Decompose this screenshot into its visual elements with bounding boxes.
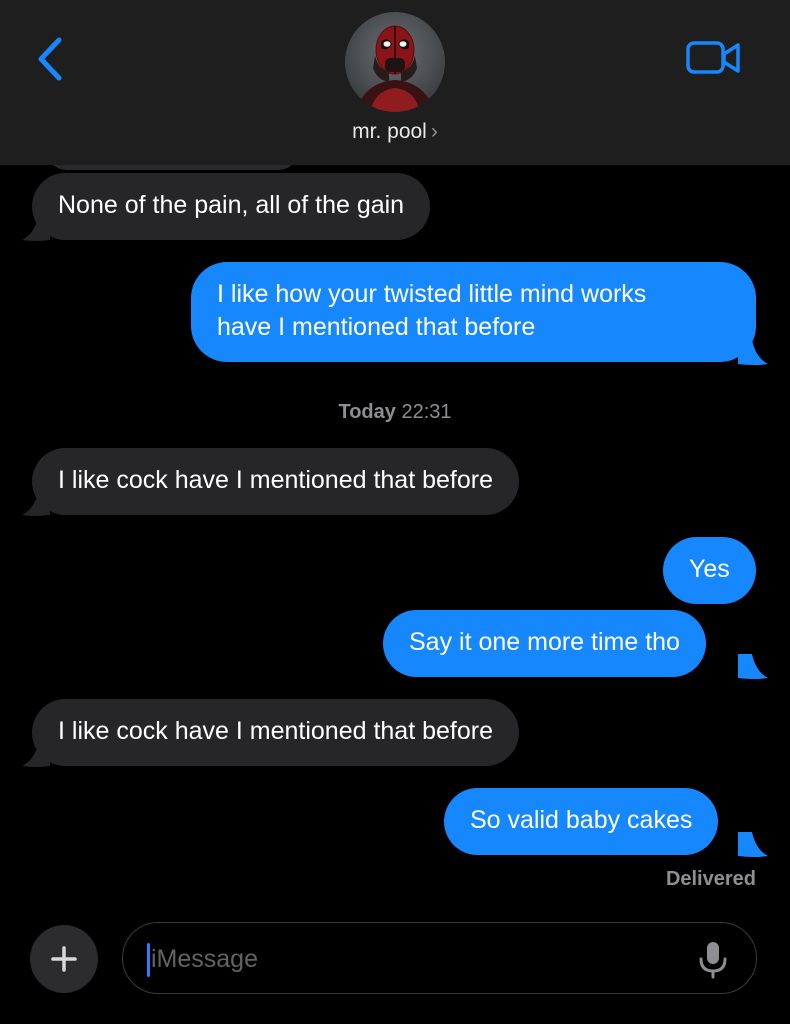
message-text-line: I like how your twisted little mind work… [217, 280, 647, 308]
plus-icon [51, 946, 77, 972]
message-composer [122, 922, 757, 994]
bubble-tail [738, 654, 768, 679]
outgoing-message[interactable]: I like how your twisted little mind work… [191, 262, 756, 362]
facetime-video-button[interactable] [684, 38, 744, 78]
avatar[interactable] [345, 12, 445, 112]
outgoing-message[interactable]: So valid baby cakes [444, 788, 719, 855]
chevron-right-icon: › [430, 120, 438, 143]
microphone-icon [699, 942, 727, 979]
message-text: Say it one more time tho [409, 628, 680, 656]
outgoing-message[interactable]: Yes [663, 537, 756, 604]
bubble-tail [738, 832, 768, 857]
message-text: So valid baby cakes [470, 806, 693, 834]
message-input[interactable] [149, 937, 673, 981]
bubble-tail [22, 493, 50, 516]
contact-photo [345, 12, 445, 112]
incoming-message[interactable]: I like cock have I mentioned that before [32, 699, 519, 766]
message-text: I like cock have I mentioned that before [58, 717, 493, 745]
conversation-header: mr. pool › [0, 0, 790, 165]
apps-plus-button[interactable] [30, 925, 98, 993]
chevron-left-icon [38, 37, 62, 81]
outgoing-message[interactable]: Say it one more time tho [383, 610, 706, 677]
message-text: I like cock have I mentioned that before [58, 466, 493, 494]
incoming-message[interactable]: None of the pain, all of the gain [32, 173, 431, 240]
contact-name[interactable]: mr. pool › [0, 120, 790, 144]
message-text-line: have I mentioned that before [217, 313, 536, 341]
video-camera-icon [686, 41, 740, 74]
bubble-tail [738, 340, 768, 365]
bubble-tail [22, 218, 50, 241]
timestamp: Today 22:31 [0, 401, 790, 424]
delivery-status: Delivered [665, 868, 756, 890]
bubble-tail [22, 744, 50, 767]
back-button[interactable] [30, 36, 70, 82]
timestamp-day: Today [338, 401, 396, 423]
message-text: None of the pain, all of the gain [58, 191, 405, 219]
incoming-message[interactable]: I like cock have I mentioned that before [32, 448, 519, 515]
dictation-button[interactable] [695, 939, 731, 979]
timestamp-time: 22:31 [401, 401, 452, 423]
contact-name-label: mr. pool [352, 120, 427, 143]
message-text: Yes [689, 555, 730, 583]
